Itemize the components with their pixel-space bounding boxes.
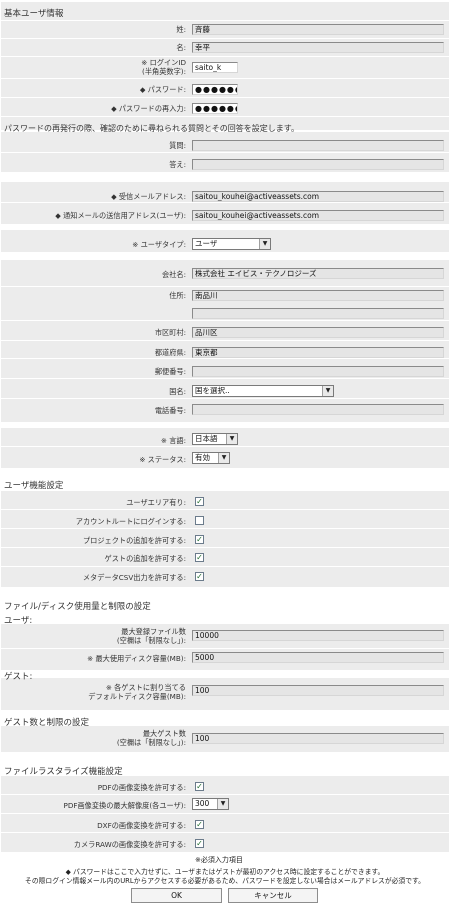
login-id-label: ※ ログインID [141,58,186,67]
password-confirm-input[interactable]: ●●●●●●● [192,103,238,114]
user-type-select[interactable]: ユーザ ▼ [192,238,271,250]
pdf-resolution-value: 300 [195,799,210,808]
password-confirm-label: ◆ パスワードの再入力: [111,104,186,113]
max-files-sublabel: (空欄は「制限なし」): [116,636,186,645]
max-disk-label: ※ 最大使用ディスク容量(MB): [87,654,186,663]
password-label: ◆ パスワード: [139,85,186,94]
password-input[interactable]: ●●●●●●● [192,84,238,95]
allow-guest-add-checkbox[interactable]: ✓ [195,553,204,562]
question-input[interactable] [192,140,444,151]
address-label: 住所: [169,291,186,300]
raw-convert-checkbox[interactable]: ✓ [195,839,204,848]
language-value: 日本語 [195,434,218,443]
city-label: 市区町村: [154,328,186,337]
login-id-input[interactable]: saito_k [192,62,238,73]
last-name-label: 姓: [176,25,186,34]
allow-project-add-label: プロジェクトの追加を許可する: [82,536,186,545]
status-select[interactable]: 有効 ▼ [192,452,230,464]
receive-email-input[interactable]: saitou_kouhei@activeassets.com [192,191,444,202]
section-rasterize: ファイルラスタライズ機能設定 [4,767,123,777]
phone-input[interactable] [192,404,444,415]
dxf-convert-checkbox[interactable]: ✓ [195,820,204,829]
country-label: 国名: [169,387,186,396]
allow-guest-add-label: ゲストの追加を許可する: [104,554,187,563]
max-guests-sublabel: (空欄は「制限なし」): [116,738,186,747]
chevron-down-icon: ▼ [259,239,270,249]
required-note: ※必須入力項目 [195,856,243,864]
company-input[interactable]: 株式会社 エイビス・テクノロジーズ [192,268,444,279]
section-user-functions: ユーザ機能設定 [4,481,64,491]
user-type-label: ※ ユーザタイプ: [132,240,186,249]
section-user-sub: ユーザ: [4,616,33,626]
prefecture-label: 都道府県: [154,348,186,357]
chevron-down-icon: ▼ [217,799,228,809]
city-input[interactable]: 品川区 [192,327,444,338]
cancel-button[interactable]: キャンセル [228,888,318,903]
allow-metadata-csv-label: メタデータCSV出力を許可する: [82,573,186,582]
password-note-line2: その際ログイン情報メール内のURLからアクセスする必要があるため、パスワードを設… [25,877,425,885]
pdf-resolution-label: PDF画像変換の最大解像度(各ユーザ): [63,801,186,810]
status-value: 有効 [195,453,210,462]
max-guests-label: 最大ゲスト数 [142,729,186,738]
section-guest-limits: ゲスト数と制限の設定 [4,718,90,728]
postal-input[interactable] [192,366,444,377]
section-guest-sub: ゲスト: [4,672,33,682]
chevron-down-icon: ▼ [218,453,229,463]
max-files-input[interactable]: 10000 [192,630,444,641]
allow-project-add-checkbox[interactable]: ✓ [195,535,204,544]
first-name-input[interactable]: 幸平 [192,42,444,53]
chevron-down-icon: ▼ [322,386,333,396]
ok-button[interactable]: OK [131,888,222,903]
postal-label: 郵便番号: [154,367,186,376]
guest-disk-label: ※ 各ゲストに割り当てる [105,683,186,692]
max-files-label: 最大登録ファイル数 [121,627,186,636]
user-area-label: ユーザエリア有り: [126,498,186,507]
pdf-resolution-select[interactable]: 300 ▼ [192,798,229,810]
notify-email-input[interactable]: saitou_kouhei@activeassets.com [192,210,444,221]
pdf-convert-label: PDFの画像変換を許可する: [97,783,186,792]
guest-disk-input[interactable]: 100 [192,685,444,696]
login-id-sublabel: (半角英数字): [142,67,186,76]
user-area-checkbox[interactable]: ✓ [195,497,204,506]
receive-email-label: ◆ 受信メールアドレス: [111,192,186,201]
address-line2-input[interactable] [192,308,444,319]
country-select[interactable]: 国を選択.. ▼ [192,385,334,397]
dxf-convert-label: DXFの画像変換を許可する: [97,821,186,830]
allow-metadata-csv-checkbox[interactable]: ✓ [195,572,204,581]
account-root-login-label: アカウントルートにログインする: [75,517,186,526]
country-value: 国を選択.. [195,386,230,395]
guest-disk-sublabel: デフォルトディスク容量(MB): [88,692,186,701]
account-root-login-checkbox[interactable] [195,516,204,525]
notify-email-label: ◆ 通知メールの送信用アドレス(ユーザ): [55,211,186,220]
last-name-input[interactable]: 斉藤 [192,24,444,35]
chevron-down-icon: ▼ [226,434,237,444]
address-input[interactable]: 南品川 [192,290,444,301]
company-label: 会社名: [162,270,186,279]
user-type-value: ユーザ [195,239,218,248]
question-label: 質問: [169,141,186,150]
language-select[interactable]: 日本語 ▼ [192,433,238,445]
answer-label: 答え: [169,160,186,169]
section-basic-user-info: 基本ユーザ情報 [4,9,64,19]
max-guests-input[interactable]: 100 [192,733,444,744]
prefecture-input[interactable]: 東京都 [192,347,444,358]
section-file-disk-limits: ファイル/ディスク使用量と制限の設定 [4,602,151,612]
status-label: ※ ステータス: [139,455,186,464]
language-label: ※ 言語: [160,436,186,445]
raw-convert-label: カメラRAWの画像変換を許可する: [73,840,186,849]
max-disk-input[interactable]: 5000 [192,652,444,663]
first-name-label: 名: [176,43,186,52]
answer-input[interactable] [192,159,444,170]
section-security-question: パスワードの再発行の際、確認のために尋ねられる質問とその回答を設定します。 [4,124,299,133]
pdf-convert-checkbox[interactable]: ✓ [195,782,204,791]
phone-label: 電話番号: [154,406,186,415]
